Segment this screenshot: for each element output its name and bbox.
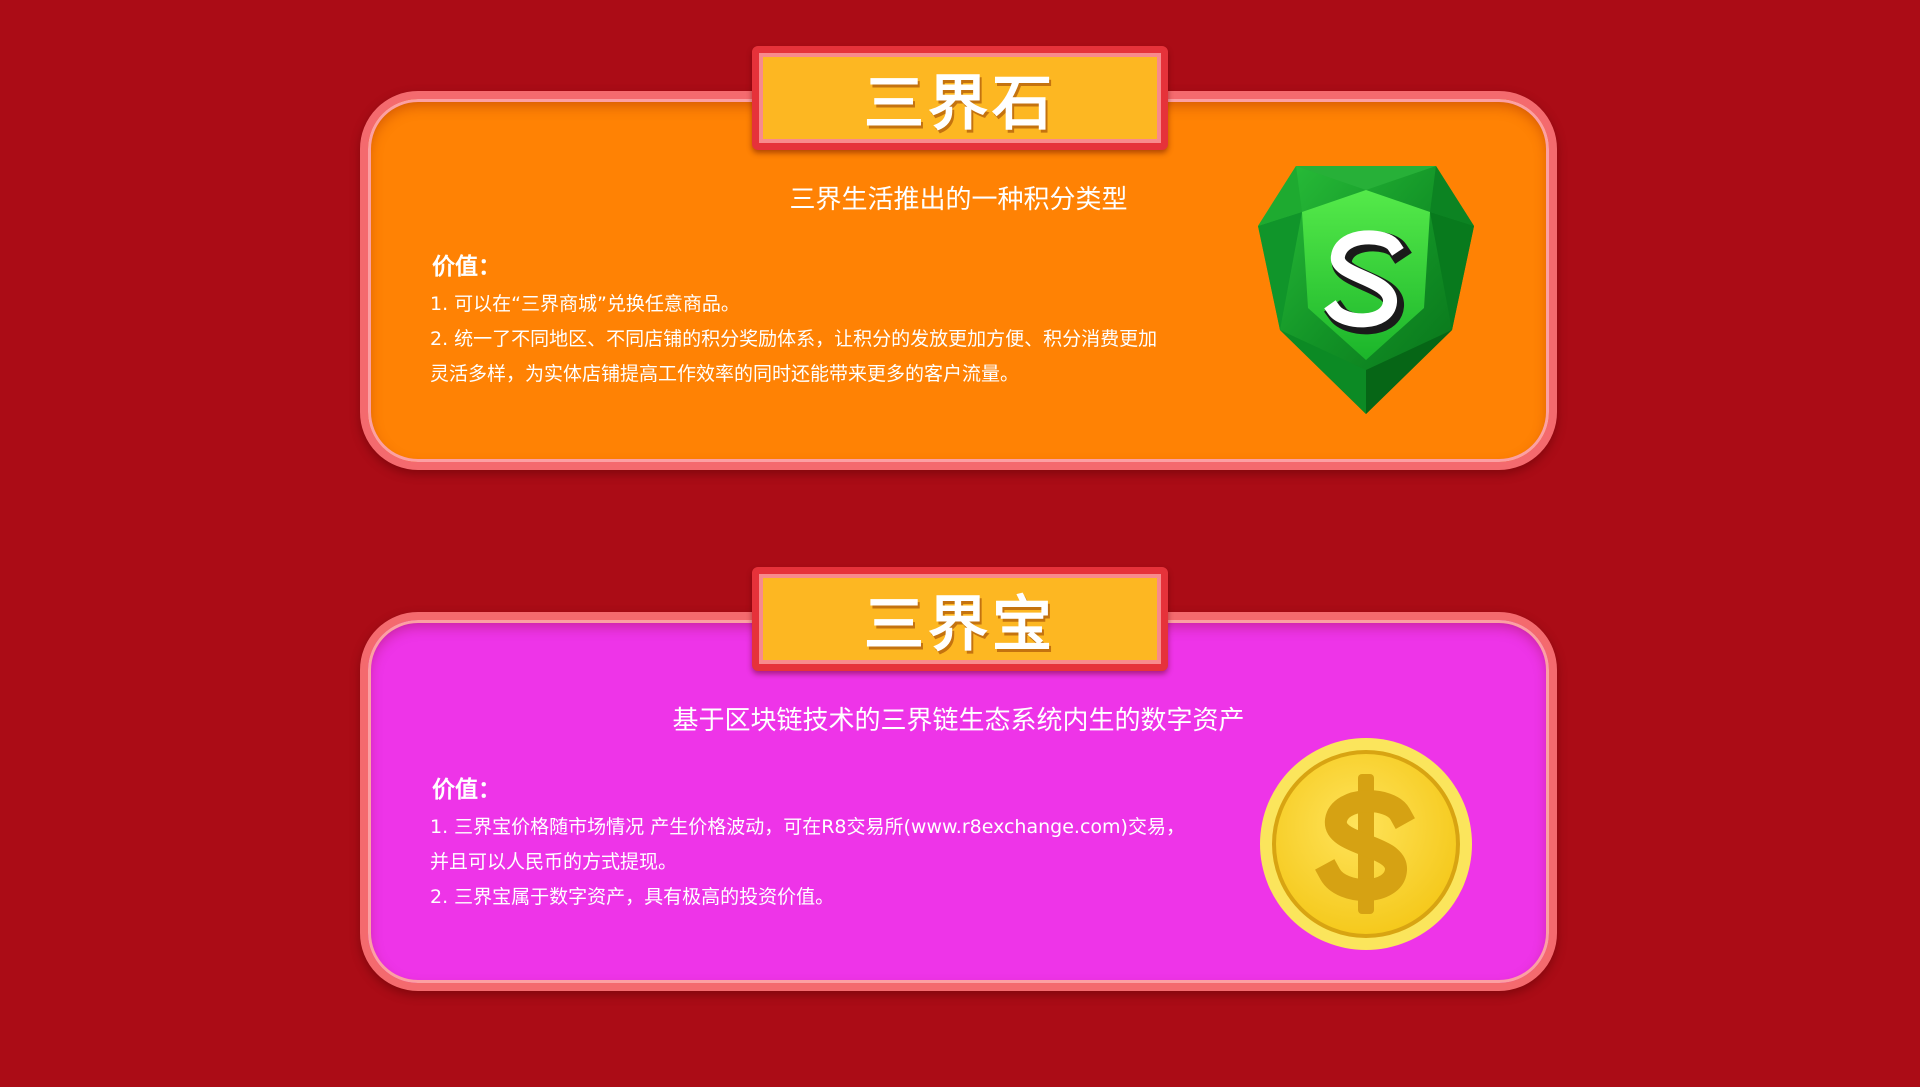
value-line: 2. 三界宝属于数字资产，具有极高的投资价值。 [430,886,835,908]
value-line: 2. 统一了不同地区、不同店铺的积分奖励体系，让积分的发放更加方便、积分消费更加 [430,328,1158,350]
value-label: 价值： [432,254,501,280]
value-label: 价值： [432,777,501,803]
section-title: 三界石 [864,68,1056,139]
section-title-tab-sanjiebao: 三界宝 [752,567,1168,671]
green-gem-shield-icon [1258,166,1474,414]
value-description: 价值： 1. 可以在“三界商城”兑换任意商品。 2. 统一了不同地区、不同店铺的… [430,247,1220,392]
value-line: 1. 可以在“三界商城”兑换任意商品。 [430,293,740,315]
value-line: 灵活多样，为实体店铺提高工作效率的同时还能带来更多的客户流量。 [430,363,1020,385]
section-title-tab-sanjieshi: 三界石 [752,46,1168,150]
section-title: 三界宝 [864,589,1056,660]
gold-dollar-coin-icon [1260,738,1472,950]
value-description: 价值： 1. 三界宝价格随市场情况 产生价格波动，可在R8交易所(www.r8e… [430,770,1220,915]
section-subtitle: 基于区块链技术的三界链生态系统内生的数字资产 [672,706,1245,736]
value-line: 1. 三界宝价格随市场情况 产生价格波动，可在R8交易所(www.r8excha… [430,816,1185,838]
value-line: 并且可以人民币的方式提现。 [430,851,678,873]
